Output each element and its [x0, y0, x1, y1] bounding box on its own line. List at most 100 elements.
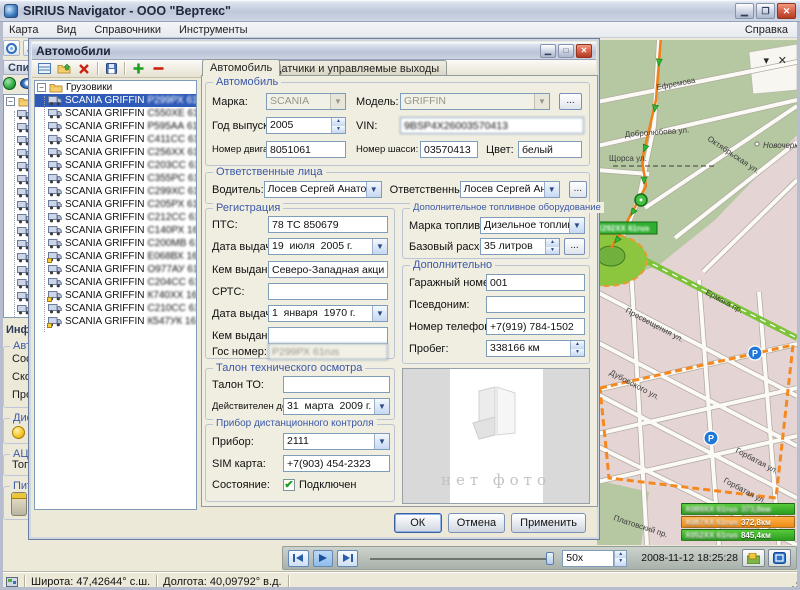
issued-by-input[interactable]: [268, 261, 388, 278]
menu-item-help[interactable]: Справка: [733, 23, 800, 37]
vehicles-tree[interactable]: − Грузовики SCANIA GRIFFINР299РХ 61rus S…: [34, 80, 197, 510]
slider-thumb[interactable]: [546, 552, 554, 565]
mileage-stepper[interactable]: 338166 км▲▼: [486, 340, 585, 357]
color-input[interactable]: [518, 141, 582, 158]
fuel-more-button[interactable]: ...: [564, 238, 585, 255]
sim-input[interactable]: [283, 455, 390, 472]
collapse-icon[interactable]: −: [37, 83, 46, 92]
navigate-button[interactable]: [3, 40, 20, 56]
ok-button[interactable]: ОК: [394, 513, 442, 533]
vehicle-tree-item[interactable]: SCANIA GRIFFINЕ068ВХ 161rus: [35, 250, 196, 263]
speed-up-icon[interactable]: ▲: [615, 551, 626, 559]
spin-up-icon[interactable]: ▲: [332, 118, 345, 126]
add-button[interactable]: [129, 61, 147, 76]
vehicle-marker[interactable]: [635, 194, 647, 206]
srts-date-picker[interactable]: 1 января 1970 г.▼: [268, 305, 388, 322]
delete-button[interactable]: [75, 61, 93, 76]
apply-button[interactable]: Применить: [511, 513, 586, 533]
vehicle-tree-item[interactable]: SCANIA GRIFFINС205РХ 61rus: [35, 198, 196, 211]
vehicle-tree-item[interactable]: SCANIA GRIFFINС355РС 61rus: [35, 172, 196, 185]
brand-more-button[interactable]: ...: [559, 93, 582, 110]
playback-slider[interactable]: [370, 552, 552, 565]
dialog-maximize-button[interactable]: □: [558, 44, 574, 58]
spin-up-icon[interactable]: ▲: [546, 239, 559, 247]
dialog-close-button[interactable]: ✕: [576, 44, 592, 58]
vehicle-tree-item[interactable]: SCANIA GRIFFINО977АУ 61rus: [35, 263, 196, 276]
vin-input[interactable]: [400, 117, 584, 134]
menu-item[interactable]: Вид: [47, 23, 85, 37]
dialog-minimize-button[interactable]: ▁: [540, 44, 556, 58]
chassis-input[interactable]: [420, 141, 478, 158]
vehicle-tree-item[interactable]: SCANIA GRIFFINС203СС 61rus: [35, 159, 196, 172]
brand-select[interactable]: SCANIA▼: [266, 93, 346, 110]
engine-input[interactable]: [266, 141, 346, 158]
tab-sensors[interactable]: Датчики и управляемые выходы: [266, 60, 447, 76]
responsible-select[interactable]: Лосев Сергей Анатольевич▼: [460, 181, 560, 198]
tree-root-row[interactable]: − Грузовики: [35, 81, 196, 94]
collapse-icon[interactable]: −: [6, 97, 15, 106]
dialog-title-bar[interactable]: Автомобили ▁ □ ✕: [32, 42, 596, 60]
srts-by-input[interactable]: [268, 327, 388, 344]
vehicle-tree-item[interactable]: SCANIA GRIFFINС210СС 61rus: [35, 302, 196, 315]
speed-down-icon[interactable]: ▼: [615, 558, 626, 566]
title-bar[interactable]: SIRIUS Navigator - ООО "Вертекс" ▁ ❐ ✕: [0, 0, 800, 22]
vehicle-tree-item[interactable]: SCANIA GRIFFINР299РХ 61rus: [35, 94, 196, 107]
model-select[interactable]: GRIFFIN▼: [400, 93, 550, 110]
menu-item[interactable]: Инструменты: [170, 23, 257, 37]
vehicle-tree-item[interactable]: SCANIA GRIFFINС140РХ 161rus: [35, 224, 196, 237]
phone-input[interactable]: [486, 318, 585, 335]
spin-up-icon[interactable]: ▲: [571, 341, 584, 349]
persons-more-button[interactable]: ...: [569, 181, 587, 198]
connected-checkbox[interactable]: ✔: [283, 479, 295, 491]
alias-input[interactable]: [486, 296, 585, 313]
report-button[interactable]: [742, 549, 765, 567]
fuel-rate-stepper[interactable]: 35 литров▲▼: [480, 238, 560, 255]
garage-input[interactable]: [486, 274, 585, 291]
slider-track[interactable]: [370, 558, 552, 560]
inspection-ticket-input[interactable]: [283, 376, 390, 393]
vehicle-tree-item[interactable]: SCANIA GRIFFINС204СС 61rus: [35, 276, 196, 289]
map-view[interactable]: Х292ХХ 61rus P P Ефремова Добролюбова ул…: [597, 40, 797, 545]
vehicle-tree-item[interactable]: SCANIA GRIFFINС550ХЕ 61rus: [35, 107, 196, 120]
vehicle-tree-item[interactable]: SCANIA GRIFFINС411СС 61rus: [35, 133, 196, 146]
parking-marker[interactable]: P: [748, 346, 762, 360]
speed-input[interactable]: [562, 550, 614, 567]
vehicle-tree-item[interactable]: SCANIA GRIFFINК547УК 161rus: [35, 315, 196, 328]
vehicle-tree-item[interactable]: SCANIA GRIFFINС299ХС 61rus: [35, 185, 196, 198]
spin-down-icon[interactable]: ▼: [332, 126, 345, 134]
vehicle-tree-item[interactable]: SCANIA GRIFFINС212СС 61rus: [35, 211, 196, 224]
globe-icon[interactable]: [3, 77, 16, 90]
device-select[interactable]: 2111▼: [283, 433, 390, 450]
pts-input[interactable]: [268, 216, 388, 233]
vehicle-tree-item[interactable]: SCANIA GRIFFINС256ХХ 61rus: [35, 146, 196, 159]
play-button[interactable]: [313, 550, 334, 567]
list-view-button[interactable]: [35, 61, 53, 76]
srts-input[interactable]: [268, 283, 388, 300]
panel-collapse-icon[interactable]: ▾: [763, 54, 769, 67]
skip-end-button[interactable]: [337, 550, 358, 567]
spin-down-icon[interactable]: ▼: [546, 247, 559, 255]
vehicle-tree-item[interactable]: SCANIA GRIFFINК740ХХ 161rus: [35, 289, 196, 302]
panel-close-icon[interactable]: ✕: [778, 54, 787, 67]
minimize-button[interactable]: ▁: [735, 3, 754, 19]
cancel-button[interactable]: Отмена: [448, 513, 505, 533]
vehicle-tree-item[interactable]: SCANIA GRIFFINС200МВ 61rus: [35, 237, 196, 250]
issue-date-picker[interactable]: 19 июля 2005 г.▼: [268, 238, 388, 255]
fuel-type-select[interactable]: Дизельное топливо▼: [480, 217, 585, 234]
year-stepper[interactable]: 2005▲▼: [266, 117, 346, 134]
valid-until-picker[interactable]: 31 марта 2009 г.▼: [283, 398, 390, 415]
map-mode-button[interactable]: [768, 549, 791, 567]
restore-button[interactable]: ❐: [756, 3, 775, 19]
menu-item[interactable]: Справочники: [85, 23, 170, 37]
save-button[interactable]: [102, 61, 120, 76]
remove-button[interactable]: [149, 61, 167, 76]
skip-start-button[interactable]: [288, 550, 309, 567]
driver-select[interactable]: Лосев Сергей Анатольевич▼: [264, 181, 382, 198]
close-button[interactable]: ✕: [777, 3, 796, 19]
add-group-button[interactable]: [55, 61, 73, 76]
tab-vehicle[interactable]: Автомобиль: [202, 59, 280, 76]
vehicle-tree-item[interactable]: SCANIA GRIFFINР595АА 61rus: [35, 120, 196, 133]
menu-item[interactable]: Карта: [0, 23, 47, 37]
spin-down-icon[interactable]: ▼: [571, 349, 584, 357]
parking-marker[interactable]: P: [704, 431, 718, 445]
